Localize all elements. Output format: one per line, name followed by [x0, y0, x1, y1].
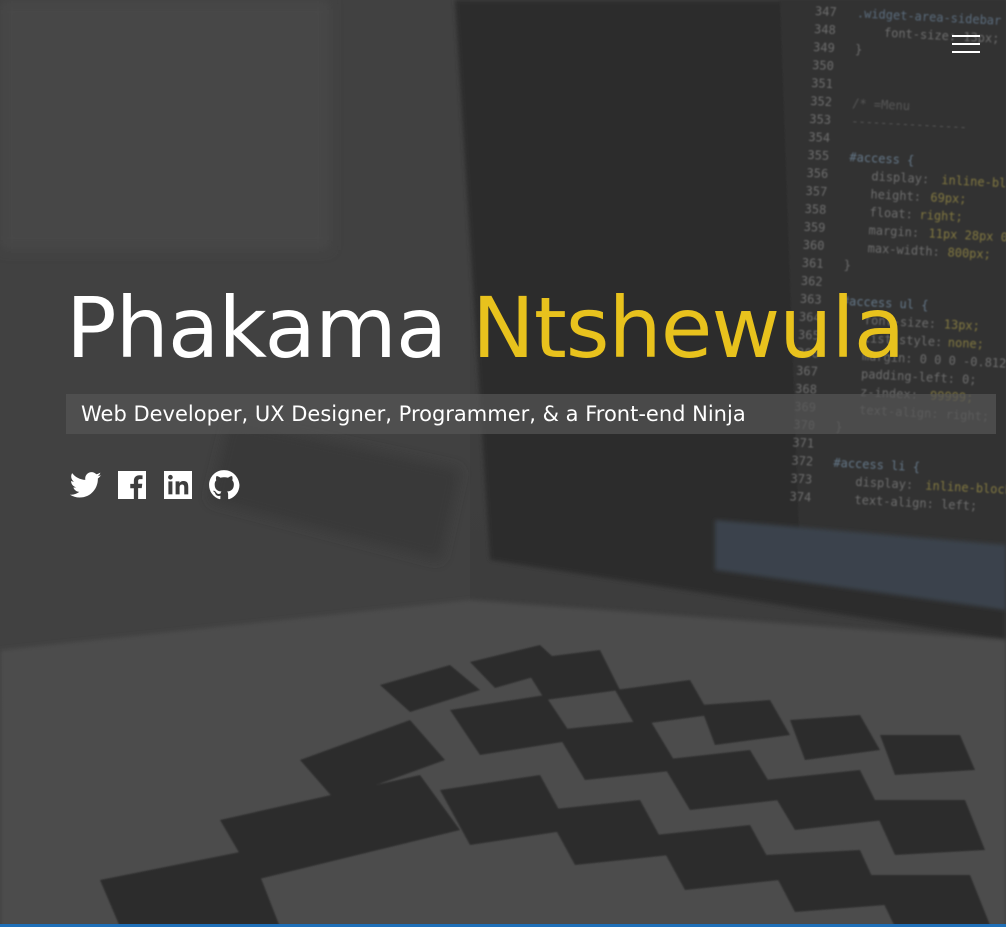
facebook-icon: [118, 471, 146, 500]
github-icon: [209, 470, 240, 500]
hamburger-menu-icon[interactable]: [952, 35, 980, 55]
twitter-link[interactable]: [70, 469, 102, 501]
menu-bar: [952, 51, 980, 53]
facebook-link[interactable]: [116, 469, 148, 501]
twitter-icon: [70, 472, 102, 498]
social-links: [70, 469, 240, 501]
hero-tagline: Web Developer, UX Designer, Programmer, …: [66, 394, 996, 434]
linkedin-link[interactable]: [162, 469, 194, 501]
menu-bar: [952, 35, 980, 37]
hero-first-name: Phakama: [66, 279, 447, 377]
github-link[interactable]: [208, 469, 240, 501]
hero-last-name: Ntshewula: [472, 279, 905, 377]
hero-section: 347 .widget-area-sidebar 348 font-size: 13…: [0, 0, 1006, 927]
menu-bar: [952, 43, 980, 45]
linkedin-icon: [164, 471, 192, 499]
hero-title: Phakama Ntshewula: [66, 278, 905, 378]
hero-overlay: [0, 0, 1006, 927]
